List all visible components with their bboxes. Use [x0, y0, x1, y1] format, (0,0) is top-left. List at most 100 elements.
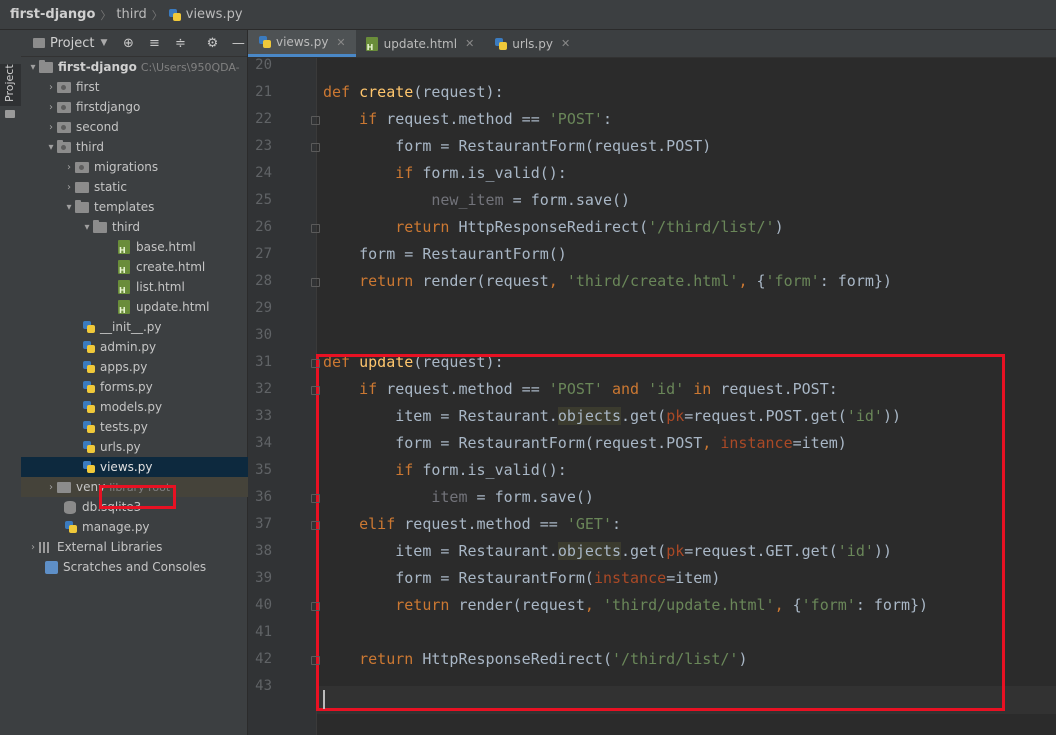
tree-item-label: update.html	[136, 300, 210, 314]
chevron-down-icon[interactable]: ▾	[27, 62, 39, 73]
close-icon[interactable]: ✕	[336, 36, 345, 49]
tree-item-label: urls.py	[100, 440, 141, 454]
line-number: 26	[255, 219, 272, 235]
code-editor[interactable]: 20 21 22 23 24 25 26 27 28 29 30 31 32 33 34 35 36 37 38 39…	[248, 57, 1056, 735]
close-icon[interactable]: ✕	[465, 37, 474, 50]
fold-marker-icon[interactable]	[311, 656, 320, 665]
python-file-icon	[64, 520, 78, 534]
tree-item-label: templates	[94, 200, 155, 214]
tree-item-first[interactable]: › first	[21, 77, 271, 97]
collapse-all-icon[interactable]: ≑	[173, 36, 187, 51]
tree-item-label: second	[76, 120, 119, 134]
code-line[interactable]: form = RestaurantForm(request.POST)	[323, 137, 711, 155]
minimize-icon[interactable]: —	[231, 36, 245, 51]
fold-marker-icon[interactable]	[311, 116, 320, 125]
python-file-icon	[82, 420, 96, 434]
package-folder-icon	[57, 139, 71, 153]
chevron-right-icon[interactable]: ›	[45, 102, 57, 113]
tab-label: update.html	[383, 36, 458, 51]
tree-item-scratches[interactable]: Scratches and Consoles	[21, 557, 271, 577]
tree-item-label: views.py	[100, 460, 153, 474]
breadcrumb-folder[interactable]: third	[116, 7, 146, 22]
line-number: 41	[255, 624, 272, 640]
tree-item-label: firstdjango	[76, 100, 141, 114]
tab-label: urls.py	[512, 36, 553, 51]
line-number: 34	[255, 435, 272, 451]
fold-marker-icon[interactable]	[311, 143, 320, 152]
chevron-down-icon[interactable]: ▾	[81, 222, 93, 233]
html-file-icon	[365, 36, 378, 52]
tree-item-label: first	[76, 80, 100, 94]
chevron-right-icon[interactable]: ›	[45, 122, 57, 133]
line-number: 29	[255, 300, 272, 316]
views-py-highlight-box	[99, 485, 176, 509]
tree-item-second[interactable]: › second	[21, 117, 271, 137]
line-number: 38	[255, 543, 272, 559]
fold-marker-icon[interactable]	[311, 278, 320, 287]
close-icon[interactable]: ✕	[561, 37, 570, 50]
html-file-icon	[118, 300, 130, 315]
tab-update-html[interactable]: update.html ✕	[356, 30, 485, 57]
tree-item-label: manage.py	[82, 520, 150, 534]
tree-item-external-libraries[interactable]: › External Libraries	[21, 537, 253, 557]
code-line[interactable]: if request.method == 'POST':	[323, 110, 612, 128]
project-view-selector[interactable]: Project	[50, 36, 94, 51]
html-file-icon	[118, 280, 130, 295]
python-file-icon	[82, 440, 96, 454]
line-number: 20	[255, 57, 272, 73]
chevron-right-icon[interactable]: ›	[45, 82, 57, 93]
chevron-right-icon[interactable]: ›	[63, 182, 75, 193]
text-caret	[323, 690, 325, 709]
chevron-down-icon[interactable]: ▼	[100, 38, 107, 48]
gear-icon[interactable]: ⚙	[205, 36, 219, 51]
line-number: 25	[255, 192, 272, 208]
project-tool-label[interactable]: Project	[3, 64, 16, 102]
code-line[interactable]: return render(request, 'third/create.htm…	[323, 272, 892, 290]
chevron-right-icon[interactable]: ›	[27, 542, 39, 553]
folder-icon	[39, 59, 53, 73]
line-number: 23	[255, 138, 272, 154]
fold-marker-icon[interactable]	[311, 602, 320, 611]
line-number: 30	[255, 327, 272, 343]
fold-marker-icon[interactable]	[311, 386, 320, 395]
locate-target-icon[interactable]: ⊕	[121, 36, 135, 51]
tree-item-label: create.html	[136, 260, 206, 274]
chevron-down-icon[interactable]: ▾	[63, 202, 75, 213]
tree-item-label: first-django	[58, 60, 137, 74]
fold-marker-icon[interactable]	[311, 359, 320, 368]
tab-urls-py[interactable]: urls.py ✕	[484, 30, 580, 57]
tree-item-third[interactable]: ▾ third	[21, 137, 271, 157]
tree-item-label: forms.py	[100, 380, 153, 394]
breadcrumb-file[interactable]: views.py	[186, 7, 243, 22]
code-line[interactable]: if form.is_valid():	[323, 164, 567, 182]
html-file-icon	[118, 240, 130, 255]
code-line[interactable]: new_item = form.save()	[323, 191, 630, 209]
library-icon	[39, 541, 52, 553]
tab-views-py[interactable]: views.py ✕	[248, 30, 356, 57]
chevron-down-icon[interactable]: ▾	[45, 142, 57, 153]
fold-marker-icon[interactable]	[311, 521, 320, 530]
tree-item-label: Scratches and Consoles	[63, 560, 207, 574]
breadcrumb-project[interactable]: first-django	[10, 7, 95, 22]
code-line[interactable]: def create(request):	[323, 83, 504, 101]
folder-icon	[75, 199, 89, 213]
tree-item-firstdjango[interactable]: › firstdjango	[21, 97, 271, 117]
line-number: 28	[255, 273, 272, 289]
chevron-right-icon[interactable]: ›	[45, 482, 57, 493]
fold-marker-icon[interactable]	[311, 224, 320, 233]
tree-item-label: __init__.py	[100, 320, 162, 334]
python-file-icon	[82, 380, 96, 394]
chevron-right-icon[interactable]: ›	[63, 162, 75, 173]
python-file-icon	[258, 35, 272, 49]
code-line[interactable]: form = RestaurantForm()	[323, 245, 567, 263]
folder-icon	[93, 219, 107, 233]
folder-icon	[5, 110, 15, 118]
line-number: 33	[255, 408, 272, 424]
line-number: 42	[255, 651, 272, 667]
expand-all-icon[interactable]: ≡	[147, 36, 161, 51]
scratches-icon	[45, 560, 58, 574]
tree-item-first-django[interactable]: ▾ first-django C:\Users\950QDA-	[21, 57, 253, 77]
code-line[interactable]: return HttpResponseRedirect('/third/list…	[323, 218, 783, 236]
fold-marker-icon[interactable]	[311, 494, 320, 503]
tree-item-label: static	[94, 180, 127, 194]
